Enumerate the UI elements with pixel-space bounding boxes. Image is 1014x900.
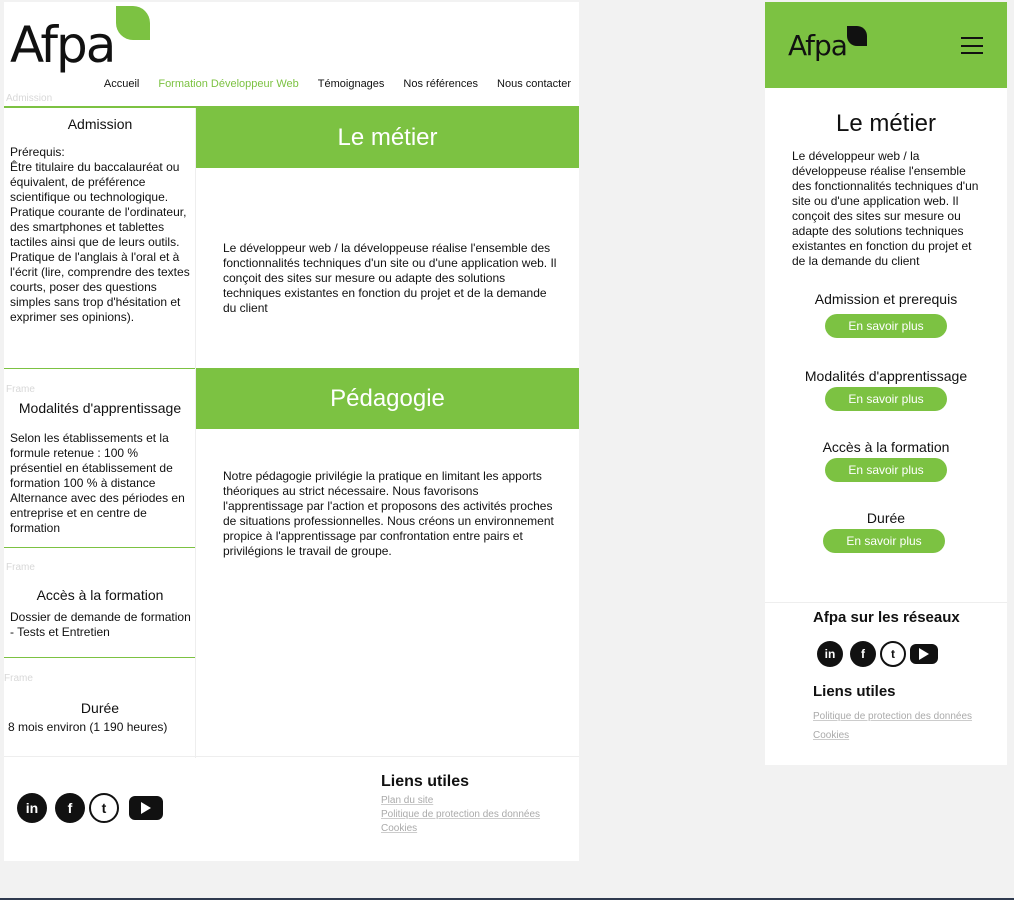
divider — [4, 547, 195, 548]
mobile-text: Le développeur web / la développeuse réa… — [792, 149, 979, 268]
en-savoir-plus-button[interactable]: En savoir plus — [825, 387, 947, 411]
en-savoir-plus-button[interactable]: En savoir plus — [825, 314, 947, 338]
desktop-frame: Afpa Accueil Formation Développeur Web T… — [4, 2, 579, 861]
acces-text: Dossier de demande de formation - Tests … — [10, 610, 191, 639]
linkedin-icon[interactable]: in — [817, 641, 843, 667]
divider — [4, 368, 195, 369]
site-footer: in f t Liens utiles Plan du site Politiq… — [4, 756, 579, 861]
mobile-item-duree: Durée En savoir plus — [765, 510, 1007, 553]
mobile-item-label: Admission et prerequis — [814, 291, 958, 307]
acces-section: Accès à la formation Dossier de demande … — [4, 587, 196, 640]
leaf-icon — [116, 6, 150, 40]
mobile-footer: Afpa sur les réseaux in f t Liens utiles… — [765, 602, 1007, 765]
social-title: Afpa sur les réseaux — [813, 609, 960, 626]
ghost-label-frame: Frame — [6, 384, 35, 395]
link-plan-du-site[interactable]: Plan du site — [381, 795, 540, 806]
duree-text: 8 mois environ (1 190 heures) — [8, 720, 168, 734]
facebook-icon[interactable]: f — [55, 793, 85, 823]
acces-title: Accès à la formation — [36, 587, 164, 603]
link-cookies[interactable]: Cookies — [813, 730, 972, 741]
nav-item-temoignages[interactable]: Témoignages — [318, 78, 385, 90]
mobile-item-admission: Admission et prerequis En savoir plus — [765, 291, 1007, 338]
mobile-header: Afpa — [765, 2, 1007, 88]
useful-links: Liens utiles Plan du site Politique de p… — [381, 773, 540, 834]
admission-text: Prérequis: Être titulaire du baccalauréa… — [10, 145, 190, 324]
divider — [4, 657, 195, 658]
mobile-item-label: Durée — [866, 510, 906, 526]
en-savoir-plus-button[interactable]: En savoir plus — [823, 529, 945, 553]
leaf-icon — [847, 26, 867, 46]
facebook-icon[interactable]: f — [850, 641, 876, 667]
social-links: in f t — [817, 641, 938, 667]
twitter-icon[interactable]: t — [89, 793, 119, 823]
admission-section: Admission Prérequis: Être titulaire du b… — [4, 116, 196, 325]
modalites-text: Selon les établissements et la formule r… — [10, 431, 185, 535]
links-title: Liens utiles — [381, 773, 470, 790]
youtube-icon[interactable] — [129, 796, 163, 820]
modalites-section: Modalités d'apprentissage Selon les étab… — [4, 400, 196, 536]
main-nav: Accueil Formation Développeur Web Témoig… — [104, 78, 571, 90]
pedagogie-text: Notre pédagogie privilégie la pratique e… — [223, 469, 554, 558]
link-politique-donnees[interactable]: Politique de protection des données — [381, 809, 540, 820]
ghost-label-frame: Frame — [6, 562, 35, 573]
admission-title: Admission — [67, 116, 133, 132]
pedagogie-heading: Pédagogie — [196, 368, 579, 429]
useful-links: Politique de protection des données Cook… — [813, 711, 972, 741]
mobile-frame: Afpa Le métier Le développeur web / la d… — [765, 2, 1007, 765]
mobile-title: Le métier — [835, 110, 937, 137]
mobile-item-label: Modalités d'apprentissage — [804, 368, 968, 384]
social-links: in f t — [17, 793, 163, 823]
nav-item-accueil[interactable]: Accueil — [104, 78, 139, 90]
link-cookies[interactable]: Cookies — [381, 823, 540, 834]
ghost-label-admission: Admission — [6, 93, 53, 104]
logo-wordmark: Afpa — [10, 16, 116, 74]
nav-item-formation[interactable]: Formation Développeur Web — [158, 78, 298, 90]
afpa-logo[interactable]: Afpa — [10, 6, 150, 78]
nav-item-contact[interactable]: Nous contacter — [497, 78, 571, 90]
metier-text: Le développeur web / la développeuse réa… — [223, 241, 557, 315]
mobile-item-modalites: Modalités d'apprentissage En savoir plus — [765, 368, 1007, 411]
duree-title: Durée — [80, 700, 120, 716]
links-title: Liens utiles — [813, 683, 896, 700]
twitter-icon[interactable]: t — [880, 641, 906, 667]
metier-heading: Le métier — [196, 107, 579, 168]
afpa-logo[interactable]: Afpa — [788, 26, 878, 66]
duree-section: Durée 8 mois environ (1 190 heures) — [4, 700, 196, 735]
en-savoir-plus-button[interactable]: En savoir plus — [825, 458, 947, 482]
link-politique-donnees[interactable]: Politique de protection des données — [813, 711, 972, 722]
hamburger-menu-icon[interactable] — [961, 37, 983, 54]
mobile-item-acces: Accès à la formation En savoir plus — [765, 439, 1007, 482]
linkedin-icon[interactable]: in — [17, 793, 47, 823]
mobile-item-label: Accès à la formation — [822, 439, 950, 455]
logo-wordmark: Afpa — [788, 29, 848, 62]
ghost-label-frame: Frame — [4, 673, 33, 684]
nav-item-references[interactable]: Nos références — [403, 78, 478, 90]
youtube-icon[interactable] — [910, 644, 938, 664]
modalites-title: Modalités d'apprentissage — [18, 400, 182, 416]
